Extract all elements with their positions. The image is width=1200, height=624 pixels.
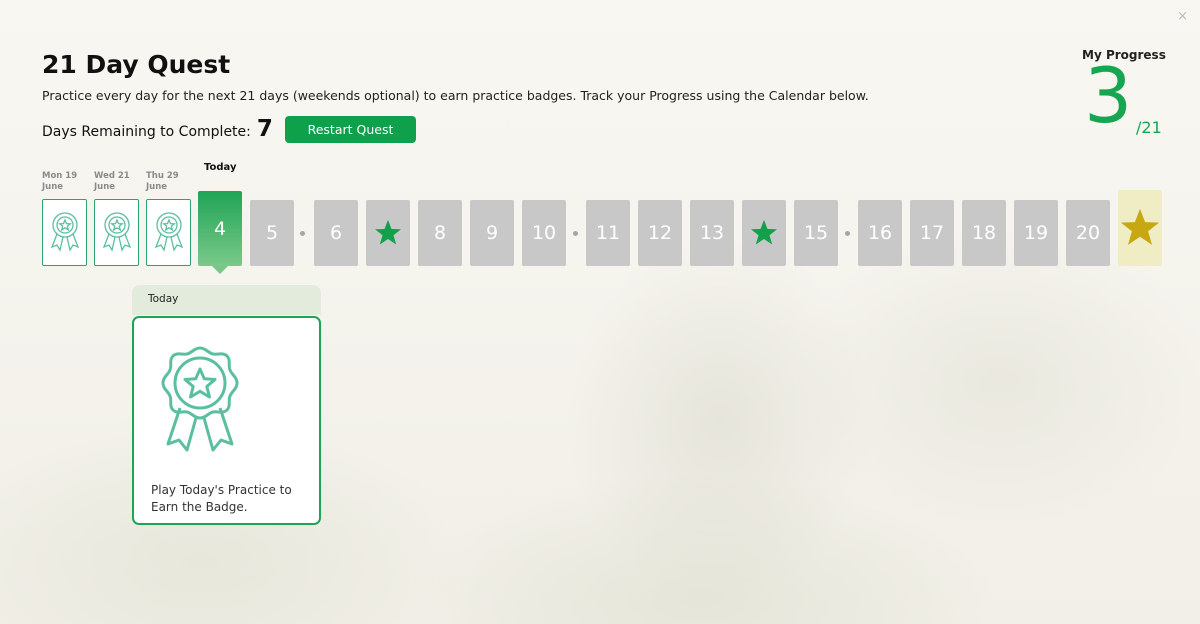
day-tile[interactable]: 9 xyxy=(470,200,514,266)
day-number: 6 xyxy=(329,222,343,244)
weekend-separator xyxy=(573,231,578,236)
days-remaining: Days Remaining to Complete: 7 xyxy=(42,116,273,142)
past-day-tile[interactable] xyxy=(146,199,191,266)
past-day-date-line2: June xyxy=(146,181,168,192)
day-tile[interactable]: 15 xyxy=(794,200,838,266)
badge-icon xyxy=(50,211,79,252)
past-day-date-line2: June xyxy=(42,181,64,192)
popup-message: Play Today's Practice to Earn the Badge. xyxy=(151,483,292,514)
day-number: 17 xyxy=(919,222,945,244)
day-number: 9 xyxy=(485,222,499,244)
past-day-date: Mon 19 June xyxy=(42,171,82,192)
today-pointer xyxy=(212,266,228,274)
day-tile[interactable]: 6 xyxy=(314,200,358,266)
weekend-separator xyxy=(845,231,850,236)
weekend-separator xyxy=(300,231,305,236)
page-title: 21 Day Quest xyxy=(42,50,231,79)
day-number: 18 xyxy=(971,222,997,244)
day-number: 20 xyxy=(1075,222,1101,244)
day-number: 19 xyxy=(1023,222,1049,244)
day-tile-today[interactable]: 4 xyxy=(198,191,242,266)
my-progress-value: 3 xyxy=(1084,51,1133,140)
day-tile[interactable]: 17 xyxy=(910,200,954,266)
day-tile[interactable]: 5 xyxy=(250,200,294,266)
day-number: 5 xyxy=(265,222,279,244)
past-day-tile[interactable] xyxy=(42,199,87,266)
today-label: Today xyxy=(204,162,237,173)
past-day-date-line1: Mon 19 xyxy=(42,171,78,181)
quest-description: Practice every day for the next 21 days … xyxy=(42,88,869,103)
day-number: 16 xyxy=(867,222,893,244)
day-tile[interactable]: 20 xyxy=(1066,200,1110,266)
days-remaining-label: Days Remaining to Complete: xyxy=(42,124,251,140)
day-number: 13 xyxy=(699,222,725,244)
badge-icon xyxy=(154,211,183,252)
restart-quest-button[interactable]: Restart Quest xyxy=(285,116,416,143)
day-tile[interactable]: 13 xyxy=(690,200,734,266)
past-day-date: Wed 21 June xyxy=(94,171,134,192)
badge-icon xyxy=(102,211,131,252)
popup-header: Today xyxy=(132,285,321,315)
past-day-date-line1: Wed 21 xyxy=(94,171,130,181)
badge-icon xyxy=(161,346,239,452)
past-day-tile[interactable] xyxy=(94,199,139,266)
days-remaining-value: 7 xyxy=(256,116,273,142)
day-number: 4 xyxy=(213,217,227,240)
day-number: 8 xyxy=(433,222,447,244)
day-tile[interactable]: 18 xyxy=(962,200,1006,266)
star-icon xyxy=(751,220,777,245)
past-day-date-line2: June xyxy=(94,181,116,192)
my-progress-total: /21 xyxy=(1136,118,1162,137)
day-number: 15 xyxy=(803,222,829,244)
day-tile[interactable]: 16 xyxy=(858,200,902,266)
day-tile[interactable]: 8 xyxy=(418,200,462,266)
day-tile[interactable]: 12 xyxy=(638,200,682,266)
today-popup-card[interactable]: Play Today's Practice to Earn the Badge. xyxy=(132,316,321,525)
day-number: 10 xyxy=(531,222,557,244)
day-tile-star[interactable] xyxy=(366,200,410,266)
close-icon[interactable]: × xyxy=(1177,10,1188,23)
day-tile[interactable]: 10 xyxy=(522,200,566,266)
day-tile-star[interactable] xyxy=(742,200,786,266)
day-number: 11 xyxy=(595,222,621,244)
day-tile[interactable]: 19 xyxy=(1014,200,1058,266)
star-icon xyxy=(375,220,401,245)
past-day-date: Thu 29 June xyxy=(146,171,186,192)
day-tile[interactable]: 11 xyxy=(586,200,630,266)
day-tile-final[interactable] xyxy=(1118,190,1162,266)
gold-star-icon xyxy=(1120,208,1160,245)
past-day-date-line1: Thu 29 xyxy=(146,171,179,181)
day-number: 12 xyxy=(647,222,673,244)
